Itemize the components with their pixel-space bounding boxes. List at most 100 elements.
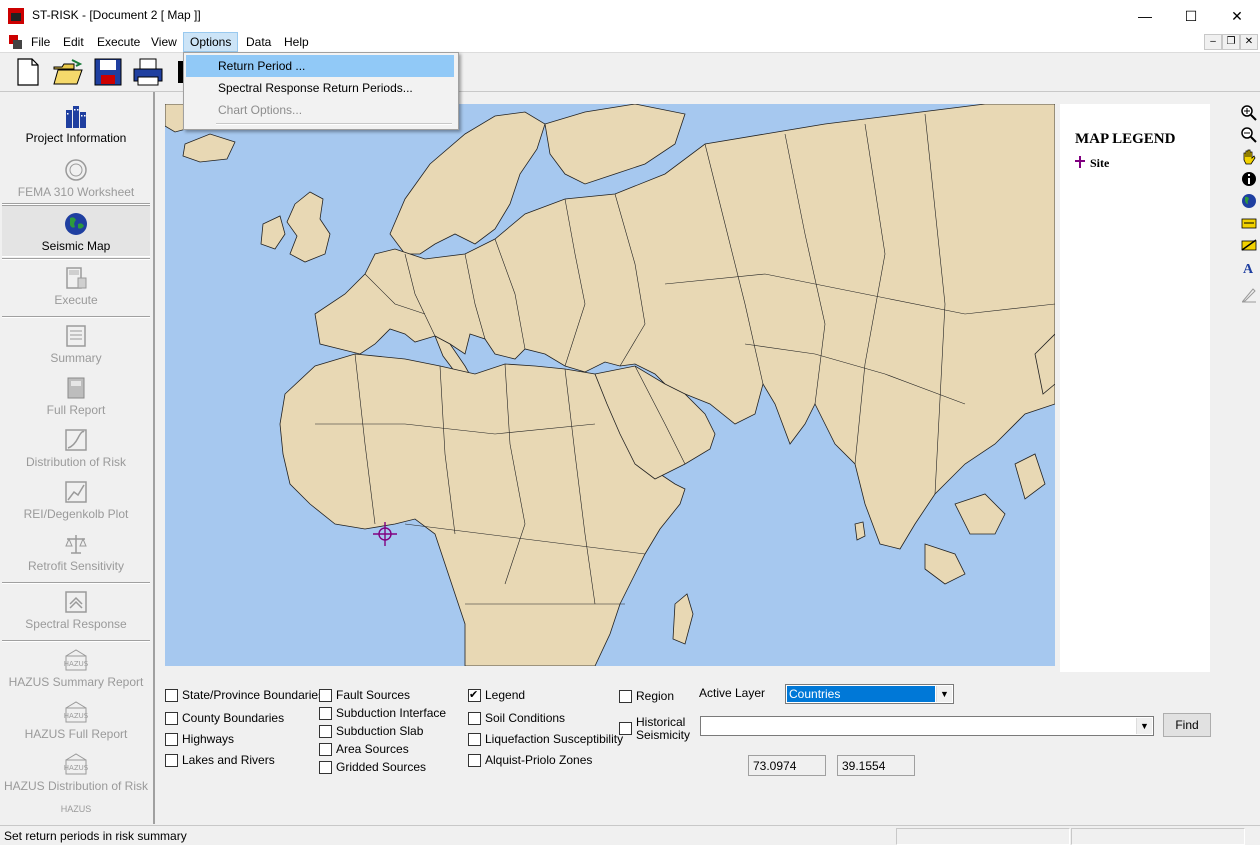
label-icon[interactable] xyxy=(1240,214,1258,232)
nav-execute[interactable]: Execute xyxy=(2,266,150,307)
active-layer-select[interactable]: Countries ▼ xyxy=(785,684,954,704)
nav-separator xyxy=(2,316,150,318)
checkbox[interactable] xyxy=(165,754,178,767)
nav-hazus-full-report[interactable]: HAZUS HAZUS Full Report xyxy=(2,700,150,741)
mdi-minimize-button[interactable]: – xyxy=(1204,34,1222,50)
globe-icon xyxy=(65,213,87,235)
checkbox[interactable] xyxy=(165,689,178,702)
checkbox[interactable] xyxy=(468,754,481,767)
checkbox[interactable] xyxy=(319,707,332,720)
checkbox[interactable] xyxy=(468,733,481,746)
report-book-icon xyxy=(67,377,85,399)
nav-label: Distribution of Risk xyxy=(25,455,127,469)
nav-label: Full Report xyxy=(46,403,106,417)
checkbox[interactable] xyxy=(319,725,332,738)
checkbox[interactable] xyxy=(619,690,632,703)
longitude-readout: 73.0974 xyxy=(748,755,826,776)
text-icon[interactable]: A xyxy=(1243,262,1253,278)
close-button[interactable]: ✕ xyxy=(1214,0,1260,32)
print-icon[interactable] xyxy=(132,57,164,87)
nav-project-information[interactable]: Project Information xyxy=(2,104,150,145)
nav-label: Project Information xyxy=(25,131,127,145)
nav-spectral-response[interactable]: Spectral Response xyxy=(2,590,150,631)
nav-separator xyxy=(2,582,150,584)
nav-label: Spectral Response xyxy=(25,617,127,631)
checkbox[interactable] xyxy=(319,743,332,756)
find-button[interactable]: Find xyxy=(1163,713,1211,737)
open-folder-icon[interactable] xyxy=(52,57,84,87)
spectral-icon xyxy=(65,591,87,613)
fema-seal-icon xyxy=(65,159,87,181)
mdi-restore-button[interactable]: ❐ xyxy=(1222,34,1240,50)
menu-file[interactable]: File xyxy=(25,32,56,52)
seismic-map[interactable] xyxy=(165,104,1055,666)
hazus-icon: HAZUS xyxy=(64,649,88,671)
checkbox[interactable] xyxy=(319,689,332,702)
globe-tool-icon[interactable] xyxy=(1240,192,1258,210)
minimize-button[interactable]: — xyxy=(1122,0,1168,32)
pan-hand-icon[interactable] xyxy=(1240,148,1258,166)
hazus-icon: HAZUS xyxy=(64,753,88,775)
checkbox[interactable] xyxy=(319,761,332,774)
balance-scale-icon xyxy=(65,535,87,554)
save-disk-icon[interactable] xyxy=(92,57,124,87)
mdi-close-button[interactable]: ✕ xyxy=(1240,34,1258,50)
menu-item-return-period[interactable]: Return Period ... xyxy=(186,55,454,77)
hazus-icon: HAZUS xyxy=(64,701,88,723)
menu-options[interactable]: Options xyxy=(183,32,239,52)
nav-separator xyxy=(2,640,150,642)
nav-seismic-map[interactable]: Seismic Map xyxy=(2,205,150,257)
measure-icon[interactable] xyxy=(1240,236,1258,254)
chevron-down-icon[interactable]: ▼ xyxy=(936,686,952,702)
menu-view[interactable]: View xyxy=(145,32,183,52)
nav-hazus-summary-report[interactable]: HAZUS HAZUS Summary Report xyxy=(2,648,150,689)
nav-hazus[interactable]: HAZUS xyxy=(2,804,150,824)
nav-full-report[interactable]: Full Report xyxy=(2,376,150,417)
menu-item-spectral-response-return-periods[interactable]: Spectral Response Return Periods... xyxy=(186,77,454,99)
nav-label: HAZUS Summary Report xyxy=(8,675,144,689)
document-icon[interactable] xyxy=(8,34,24,50)
checkbox[interactable] xyxy=(468,712,481,725)
nav-label: Retrofit Sensitivity xyxy=(27,559,125,573)
status-pane xyxy=(1071,828,1245,845)
search-select[interactable]: ▼ xyxy=(700,716,1154,736)
svg-text:HAZUS: HAZUS xyxy=(64,712,88,720)
menu-help[interactable]: Help xyxy=(278,32,315,52)
map-canvas[interactable] xyxy=(165,104,1055,666)
nav-label: Summary xyxy=(50,351,102,365)
checkbox[interactable] xyxy=(619,722,632,735)
menu-bar: File Edit Execute View Options Data Help… xyxy=(0,32,1260,53)
nav-rei-degenkolb-plot[interactable]: REI/Degenkolb Plot xyxy=(2,480,150,521)
calculator-icon xyxy=(66,267,87,289)
nav-hazus-distribution-of-risk[interactable]: HAZUS HAZUS Distribution of Risk xyxy=(2,752,150,793)
menu-separator xyxy=(216,123,452,125)
checkbox[interactable] xyxy=(165,733,178,746)
nav-label: Execute xyxy=(54,293,98,307)
app-icon[interactable] xyxy=(8,8,24,24)
nav-distribution-of-risk[interactable]: Distribution of Risk xyxy=(2,428,150,469)
menu-edit[interactable]: Edit xyxy=(57,32,90,52)
nav-retrofit-sensitivity[interactable]: Retrofit Sensitivity xyxy=(2,532,150,573)
nav-summary[interactable]: Summary xyxy=(2,324,150,365)
chevron-down-icon[interactable]: ▼ xyxy=(1136,718,1152,734)
new-document-icon[interactable] xyxy=(12,57,44,87)
zoom-in-icon[interactable] xyxy=(1240,104,1258,122)
menu-data[interactable]: Data xyxy=(240,32,277,52)
status-text: Set return periods in risk summary xyxy=(4,829,187,843)
legend-site-label: Site xyxy=(1090,156,1110,170)
site-legend-icon xyxy=(1075,156,1085,168)
nav-fema-310-worksheet[interactable]: FEMA 310 Worksheet xyxy=(2,158,150,199)
checkbox-checked[interactable] xyxy=(468,687,481,703)
menu-execute[interactable]: Execute xyxy=(91,32,146,52)
svg-text:HAZUS: HAZUS xyxy=(64,764,88,772)
nav-label: REI/Degenkolb Plot xyxy=(23,507,129,521)
maximize-button[interactable]: ☐ xyxy=(1168,0,1214,32)
ruler-icon[interactable] xyxy=(1240,286,1258,304)
window-title: ST-RISK - [Document 2 [ Map ]] xyxy=(32,8,201,22)
checkbox[interactable] xyxy=(165,712,178,725)
zoom-out-icon[interactable] xyxy=(1240,126,1258,144)
svg-text:HAZUS: HAZUS xyxy=(64,660,88,668)
info-icon[interactable] xyxy=(1240,170,1258,188)
status-bar: Set return periods in risk summary xyxy=(0,825,1260,845)
nav-label: FEMA 310 Worksheet xyxy=(17,185,135,199)
